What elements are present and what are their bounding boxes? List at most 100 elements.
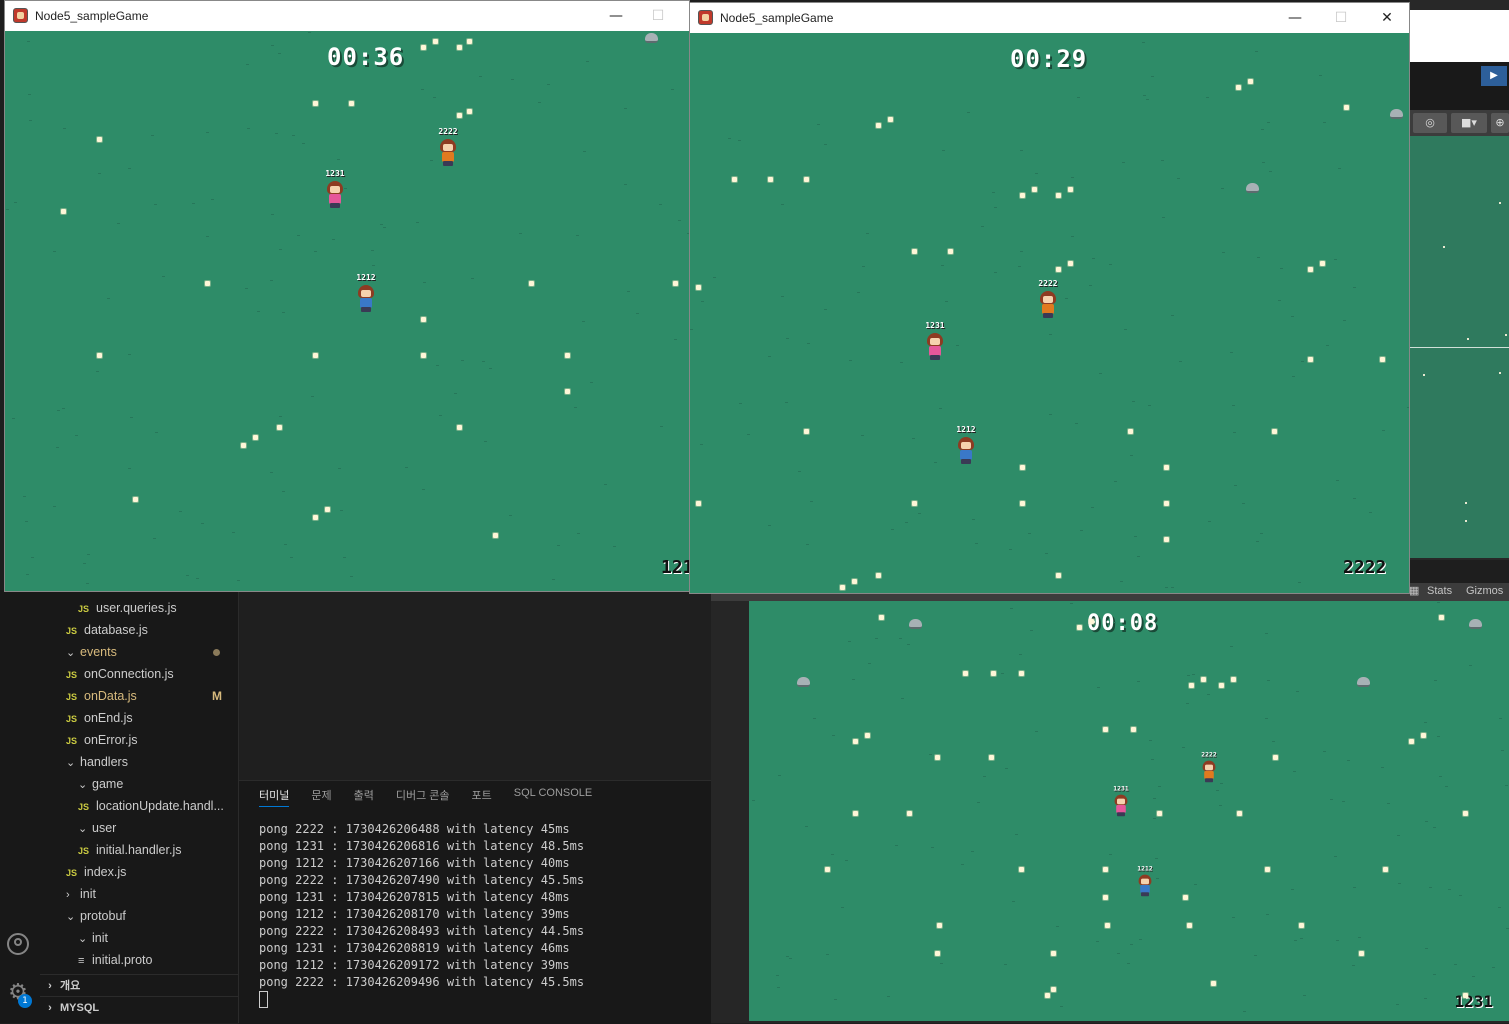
explorer-section-header[interactable]: › MYSQL — [40, 996, 238, 1019]
unity-game-view-canvas[interactable]: 00:08 1231 2222 1231 1212 — [749, 601, 1509, 1021]
modified-badge: M — [212, 689, 222, 703]
grid-icon[interactable]: ▦ — [1409, 584, 1419, 597]
grass-tuft — [1143, 95, 1146, 96]
grass-tuft — [627, 291, 630, 292]
flower-sprite — [457, 113, 462, 118]
player-legs — [1117, 812, 1125, 817]
grass-tuft — [1146, 99, 1149, 100]
panel-tab[interactable]: 포트 — [472, 787, 492, 807]
grass-tuft — [270, 472, 273, 473]
explorer-item-label: index.js — [84, 865, 127, 879]
grass-tuft — [781, 296, 784, 297]
explorer-file[interactable]: JS onConnection.js — [40, 663, 238, 685]
grass-tuft — [941, 265, 944, 266]
maximize-button[interactable]: ☐ — [635, 1, 681, 31]
grass-tuft — [211, 199, 214, 200]
modified-dot — [213, 649, 220, 656]
grass-tuft — [1142, 42, 1145, 43]
flower-sprite — [1131, 727, 1136, 732]
account-icon[interactable] — [7, 933, 29, 955]
close-button[interactable]: ✕ — [1364, 3, 1410, 33]
title-bar[interactable]: Node5_sampleGame — ☐ ✕ — [690, 3, 1409, 33]
explorer-item-label: game — [92, 777, 124, 791]
flower-sprite — [1164, 465, 1169, 470]
grass-tuft — [992, 192, 995, 193]
unity-scene-toolbar: ◎ ■▾ ⊕ — [1409, 110, 1509, 136]
explorer-file[interactable]: JS onData.js M — [40, 685, 238, 707]
panel-tab[interactable]: 문제 — [311, 787, 331, 807]
explorer-folder[interactable]: ⌄ init — [40, 927, 238, 949]
explorer-file[interactable]: JS onError.js — [40, 729, 238, 751]
grass-tuft — [557, 545, 560, 546]
grass-tuft — [862, 266, 865, 267]
game-canvas[interactable]: 00:36 121 2222 1231 1212 — [5, 31, 689, 591]
visibility-toggle-icon[interactable]: ◎ — [1413, 113, 1447, 133]
grass-tuft — [1151, 76, 1154, 77]
gizmo-toggle-icon[interactable]: ⊕ — [1491, 113, 1509, 133]
explorer-folder[interactable]: ⌄ game — [40, 773, 238, 795]
explorer-file[interactable]: JS onEnd.js — [40, 707, 238, 729]
grass-tuft — [1130, 944, 1133, 945]
explorer-file[interactable]: JS user.queries.js — [40, 597, 238, 619]
flower-sprite — [1359, 951, 1364, 956]
panel-tab[interactable]: 터미널 — [259, 787, 290, 807]
player-name-label: 1212 — [956, 425, 976, 434]
grass-tuft — [866, 233, 869, 234]
grass-tuft — [509, 515, 512, 516]
flower-sprite — [1265, 867, 1270, 872]
grass-tuft — [786, 956, 789, 957]
stats-toggle[interactable]: Stats — [1427, 585, 1452, 597]
grass-tuft — [576, 235, 579, 236]
grass-tuft — [1330, 799, 1333, 800]
explorer-file[interactable]: JS initial.handler.js — [40, 839, 238, 861]
panel-tab[interactable]: 출력 — [354, 787, 374, 807]
grass-tuft — [785, 402, 788, 403]
minimize-button[interactable]: — — [1272, 3, 1318, 33]
flower-sprite — [241, 443, 246, 448]
terminal-output[interactable]: pong 2222 : 1730426206488 with latency 4… — [259, 821, 584, 1008]
explorer-folder[interactable]: ⌄ events — [40, 641, 238, 663]
grass-tuft — [805, 826, 808, 827]
grass-tuft — [128, 468, 131, 469]
panel-tab[interactable]: 디버그 콘솔 — [396, 787, 450, 807]
camera-dropdown[interactable]: ■▾ — [1451, 113, 1487, 133]
grass-tuft — [1071, 177, 1074, 178]
flower-sprite — [313, 101, 318, 106]
grass-tuft — [206, 132, 209, 133]
game-window-2[interactable]: Node5_sampleGame — ☐ ✕ 00:29 2222 2222 12… — [689, 2, 1410, 594]
title-bar[interactable]: Node5_sampleGame — ☐ — [5, 1, 689, 31]
terminal-line: pong 2222 : 1730426206488 with latency 4… — [259, 822, 570, 836]
grass-tuft — [586, 61, 589, 62]
play-button[interactable]: ▶ — [1481, 66, 1507, 86]
grass-tuft — [1353, 887, 1356, 888]
minimize-button[interactable]: — — [593, 1, 639, 31]
chevron-right-icon: › — [48, 1002, 52, 1014]
explorer-folder[interactable]: ⌄ user — [40, 817, 238, 839]
grass-tuft — [1182, 747, 1185, 748]
maximize-button[interactable]: ☐ — [1318, 3, 1364, 33]
gizmos-toggle[interactable]: Gizmos — [1466, 585, 1503, 597]
flower-sprite — [1308, 357, 1313, 362]
explorer-folder[interactable]: › init — [40, 883, 238, 905]
explorer-file[interactable]: JS database.js — [40, 619, 238, 641]
grass-tuft — [297, 235, 300, 236]
flower-sprite — [1103, 895, 1108, 900]
panel-tab[interactable]: SQL CONSOLE — [514, 787, 592, 807]
explorer-item-label: user.queries.js — [96, 601, 177, 615]
game-window-1[interactable]: Node5_sampleGame — ☐ 00:36 121 2222 1231 1… — [4, 0, 690, 592]
flower-sprite — [1045, 993, 1050, 998]
grass-tuft — [1091, 507, 1094, 508]
explorer-folder[interactable]: ⌄ protobuf — [40, 905, 238, 927]
grass-tuft — [1045, 553, 1048, 554]
grass-tuft — [604, 484, 607, 485]
explorer-file[interactable]: ≡ initial.proto — [40, 949, 238, 971]
explorer-file[interactable]: JS locationUpdate.handl... — [40, 795, 238, 817]
game-canvas[interactable]: 00:29 2222 2222 1231 1212 — [690, 33, 1409, 593]
terminal-line: pong 1212 : 1730426207166 with latency 4… — [259, 856, 570, 870]
grass-tuft — [1278, 300, 1281, 301]
explorer-folder[interactable]: ⌄ handlers — [40, 751, 238, 773]
grass-tuft — [1353, 287, 1356, 288]
explorer-file[interactable]: JS index.js — [40, 861, 238, 883]
explorer-section-header[interactable]: › 개요 — [40, 974, 238, 997]
grass-tuft — [232, 532, 235, 533]
